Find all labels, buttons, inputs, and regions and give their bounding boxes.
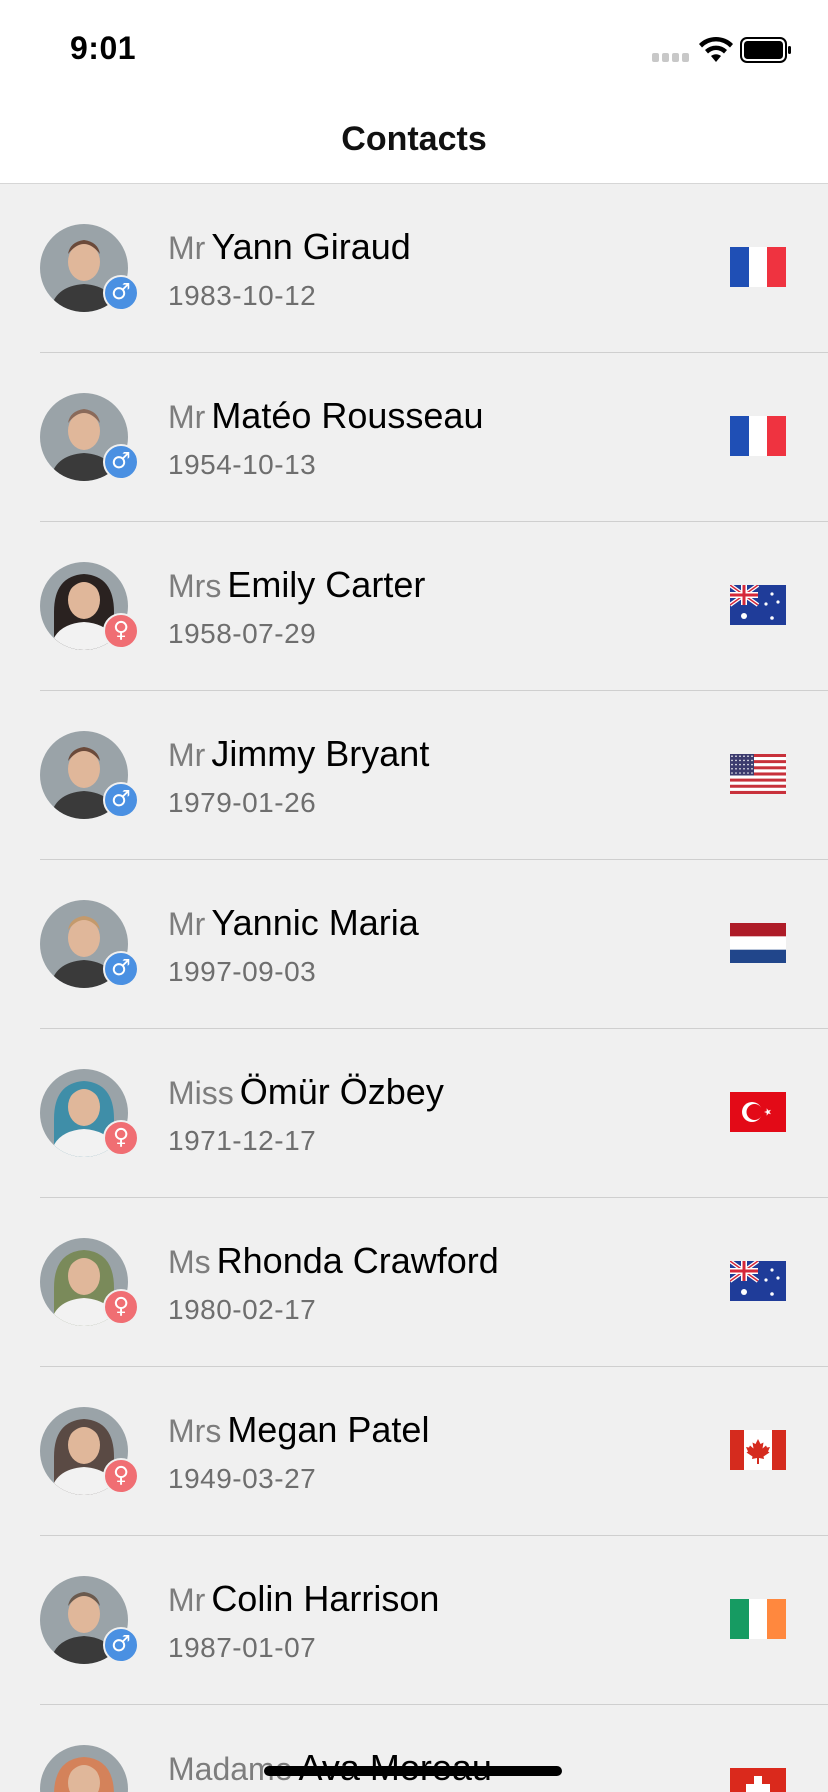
female-gender-icon: ♀ [103, 613, 139, 649]
contact-name: Mrs Megan Patel [168, 1409, 429, 1451]
male-gender-icon: ♂ [103, 1627, 139, 1663]
female-gender-icon: ♀ [103, 1120, 139, 1156]
avatar [40, 1745, 128, 1792]
contact-title: Miss [168, 1075, 234, 1111]
contact-name: Mr Colin Harrison [168, 1578, 439, 1620]
contact-name: Mrs Emily Carter [168, 564, 425, 606]
contact-name: Miss Ömür Özbey [168, 1071, 444, 1113]
wifi-icon [699, 36, 733, 62]
navigation-bar: Contacts [0, 100, 828, 184]
battery-icon [740, 37, 791, 63]
status-bar: 9:01 [0, 0, 828, 100]
contact-list[interactable]: ♂ Mr Yann Giraud 1983-10-12 ♂ Mr Matéo Rou… [0, 184, 828, 1792]
contact-row[interactable]: ♀ Miss Ömür Özbey 1971-12-17 [0, 1029, 828, 1198]
cellular-signal-icon [652, 53, 690, 62]
contact-title: Ms [168, 1244, 211, 1280]
flag-ireland-icon [730, 1599, 786, 1639]
contact-full-name: Matéo Rousseau [211, 395, 484, 436]
contact-row[interactable]: ♂ Mr Yannic Maria 1997-09-03 [0, 860, 828, 1029]
contact-full-name: Rhonda Crawford [216, 1240, 499, 1281]
female-gender-icon: ♀ [103, 1458, 139, 1494]
contact-title: Mrs [168, 1413, 222, 1449]
contact-row[interactable]: ♂ Mr Matéo Rousseau 1954-10-13 [0, 353, 828, 522]
contact-full-name: Emily Carter [227, 564, 426, 605]
male-gender-icon: ♂ [103, 444, 139, 480]
contact-row[interactable]: ♂ Mr Colin Harrison 1987-01-07 [0, 1536, 828, 1705]
contact-title: Mrs [168, 568, 222, 604]
contact-title: Mr [168, 737, 206, 773]
contact-birthdate: 1997-09-03 [168, 956, 317, 987]
contact-title: Mr [168, 906, 206, 942]
flag-australia-icon [728, 583, 786, 625]
flag-turkey-icon [730, 1092, 786, 1132]
contact-name: Mr Jimmy Bryant [168, 733, 429, 775]
contact-birthdate: 1958-07-29 [168, 618, 317, 649]
contact-name: Mr Yann Giraud [168, 226, 411, 268]
contact-row[interactable]: ♀ MadameAva Moreau [0, 1705, 828, 1792]
contact-birthdate: 1987-01-07 [168, 1632, 317, 1663]
flag-france-icon [730, 247, 786, 287]
contact-row[interactable]: ♂ Mr Jimmy Bryant 1979-01-26 [0, 691, 828, 860]
contact-birthdate: 1954-10-13 [168, 449, 317, 480]
home-indicator[interactable] [264, 1766, 562, 1776]
contact-row[interactable]: ♀ Mrs Megan Patel 1949-03-27 [0, 1367, 828, 1536]
flag-france-icon [730, 416, 786, 456]
flag-usa-icon [730, 754, 786, 794]
contact-full-name: Jimmy Bryant [211, 733, 430, 774]
contact-full-name: Ömür Özbey [239, 1071, 444, 1112]
contact-full-name: Yann Giraud [211, 226, 411, 267]
contact-row[interactable]: ♂ Mr Yann Giraud 1983-10-12 [0, 184, 828, 353]
flag-switzerland-icon [730, 1768, 786, 1792]
contact-row[interactable]: ♀ Ms Rhonda Crawford 1980-02-17 [0, 1198, 828, 1367]
contact-row[interactable]: ♀ Mrs Emily Carter 1958-07-29 [0, 522, 828, 691]
flag-australia-icon [728, 1259, 786, 1301]
contact-title: Mr [168, 399, 206, 435]
contact-birthdate: 1983-10-12 [168, 280, 317, 311]
contact-birthdate: 1979-01-26 [168, 787, 317, 818]
male-gender-icon: ♂ [103, 782, 139, 818]
contact-full-name: Colin Harrison [211, 1578, 440, 1619]
contact-name: Ms Rhonda Crawford [168, 1240, 499, 1282]
male-gender-icon: ♂ [103, 275, 139, 311]
contact-full-name: Megan Patel [227, 1409, 430, 1450]
contact-birthdate: 1949-03-27 [168, 1463, 317, 1494]
contact-full-name: Yannic Maria [211, 902, 419, 943]
male-gender-icon: ♂ [103, 951, 139, 987]
flag-canada-icon [730, 1430, 786, 1470]
status-time: 9:01 [70, 30, 137, 66]
page-title: Contacts [341, 120, 487, 158]
contact-birthdate: 1980-02-17 [168, 1294, 317, 1325]
contact-name: Mr Matéo Rousseau [168, 395, 483, 437]
contact-title: Mr [168, 230, 206, 266]
flag-netherlands-icon [730, 923, 786, 963]
female-gender-icon: ♀ [103, 1289, 139, 1325]
contact-title: Mr [168, 1582, 206, 1618]
contact-name: Mr Yannic Maria [168, 902, 419, 944]
contact-birthdate: 1971-12-17 [168, 1125, 317, 1156]
